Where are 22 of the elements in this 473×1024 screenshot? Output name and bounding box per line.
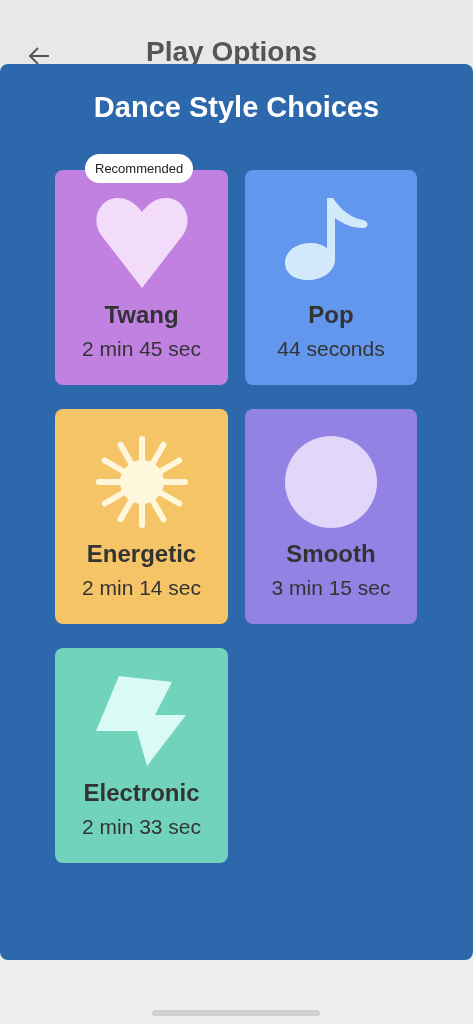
sun-icon (95, 436, 188, 528)
heart-icon (95, 197, 188, 289)
style-duration: 2 min 14 sec (81, 576, 202, 600)
lightning-icon (95, 675, 188, 767)
style-name: Energetic (86, 540, 197, 568)
screen-title: Play Options (146, 36, 318, 68)
style-duration: 2 min 45 sec (81, 337, 202, 361)
style-duration: 3 min 15 sec (271, 576, 391, 600)
back-arrow-icon[interactable] (27, 46, 51, 66)
style-card[interactable]: Energetic 2 min 14 sec (55, 409, 228, 624)
style-card[interactable]: Pop 44 seconds (245, 170, 417, 385)
style-duration: 2 min 33 sec (81, 815, 202, 839)
style-name: Smooth (286, 540, 376, 568)
circle-icon (285, 436, 377, 528)
style-duration: 44 seconds (277, 337, 385, 361)
panel-title: Dance Style Choices (92, 90, 381, 124)
style-name: Pop (308, 301, 354, 329)
style-name: Twang (104, 301, 179, 329)
style-card[interactable]: Smooth 3 min 15 sec (245, 409, 417, 624)
recommended-badge: Recommended (85, 154, 194, 183)
style-card[interactable]: Electronic 2 min 33 sec (55, 648, 228, 863)
style-name: Electronic (83, 779, 200, 807)
